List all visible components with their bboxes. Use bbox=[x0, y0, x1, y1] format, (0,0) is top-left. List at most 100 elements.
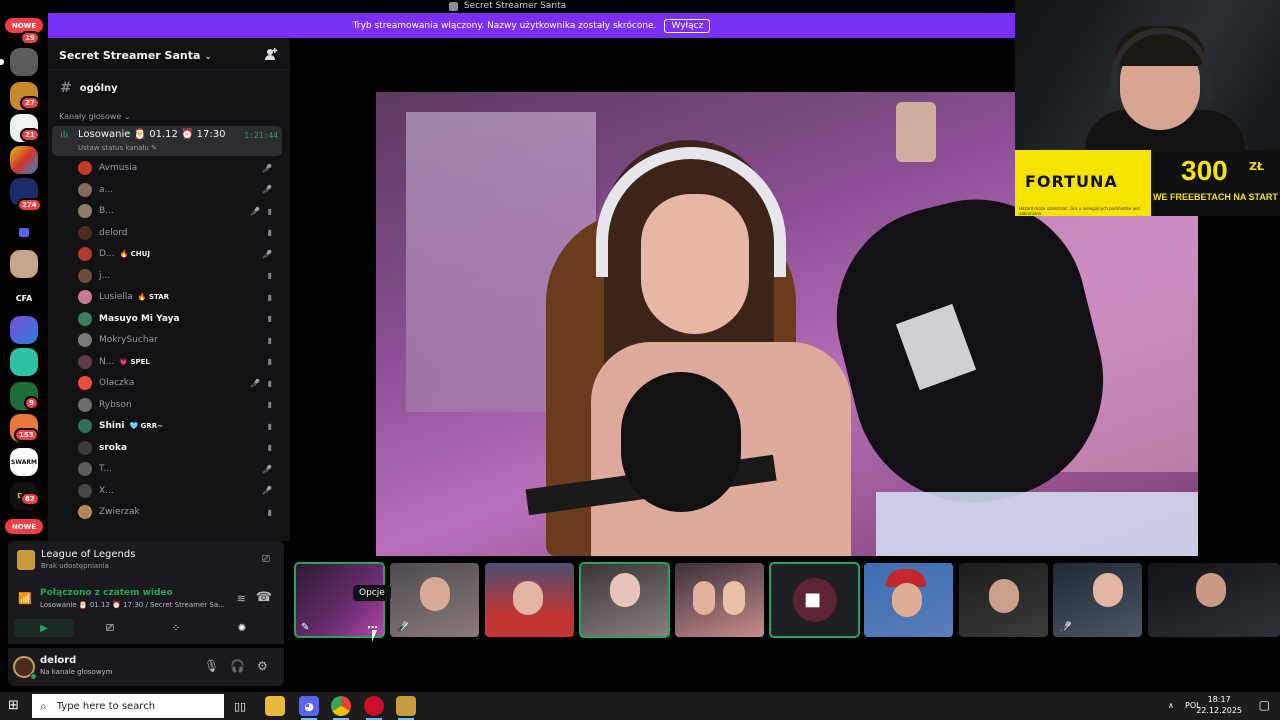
voice-connected-title[interactable]: Połączono z czatem wideo bbox=[40, 588, 173, 598]
server-icon-swarm[interactable]: SWARM bbox=[10, 448, 38, 476]
user-status: Na kanale głosowym bbox=[40, 668, 113, 676]
avatar bbox=[78, 397, 92, 412]
invite-people-icon[interactable] bbox=[264, 47, 278, 61]
voice-member[interactable]: j... ▮ bbox=[78, 266, 278, 286]
voice-member[interactable]: MokrySuchar ▮ bbox=[78, 330, 278, 350]
voice-member[interactable]: D... 🔥 CHUJ 🎤̸ bbox=[78, 244, 278, 264]
voice-channel-name: Losowanie 🎅 01.12 ⏰ 17:30 bbox=[78, 129, 226, 140]
voice-member[interactable]: X... 🎤̸ bbox=[78, 481, 278, 501]
server-icon[interactable] bbox=[10, 348, 38, 376]
voice-member[interactable]: Lusiella 🔥 STAR ▮ bbox=[78, 287, 278, 307]
notifications-icon[interactable]: ▢ bbox=[1259, 698, 1270, 712]
activities-button[interactable]: ⁘ bbox=[146, 619, 206, 637]
windows-start-icon[interactable]: ⊞ bbox=[8, 699, 22, 713]
participant-tile[interactable]: 🎤̸ bbox=[1053, 563, 1142, 637]
member-name: T... bbox=[99, 464, 113, 474]
sponsor-currency: ZŁ bbox=[1249, 160, 1265, 173]
gear-icon[interactable]: ⚙ bbox=[257, 659, 268, 673]
server-icon[interactable] bbox=[10, 48, 38, 76]
avatar bbox=[78, 161, 92, 175]
participant-tile[interactable] bbox=[864, 563, 953, 637]
task-view-icon[interactable]: ▯▯ bbox=[230, 696, 250, 716]
member-tag: 💗 SPEL bbox=[119, 357, 150, 366]
text-channel-general[interactable]: # ogólny bbox=[60, 80, 118, 96]
voice-member[interactable]: Avmusia 🎤̸ bbox=[78, 158, 278, 178]
member-name: B... bbox=[99, 206, 114, 216]
server-header[interactable]: Secret Streamer Santa ⌄ bbox=[48, 38, 290, 70]
member-name: D... bbox=[99, 249, 115, 259]
participant-tile-camera-off[interactable]: ■ bbox=[769, 562, 860, 638]
camera-button[interactable]: ▶ bbox=[14, 619, 74, 637]
voice-member[interactable]: Olaczka 🎤̸ ▮ bbox=[78, 373, 278, 393]
obs-icon[interactable] bbox=[364, 696, 384, 716]
set-channel-status[interactable]: Ustaw status kanału ✎ bbox=[78, 144, 157, 152]
noise-suppression-icon[interactable]: ≋ bbox=[237, 592, 246, 605]
voice-member[interactable]: Zwierzak ▮ bbox=[78, 502, 278, 522]
folder-icon[interactable] bbox=[10, 218, 38, 246]
file-explorer-icon[interactable] bbox=[265, 696, 285, 716]
voice-member[interactable]: T... 🎤̸ bbox=[78, 459, 278, 479]
avatar bbox=[78, 376, 92, 390]
server-icon[interactable] bbox=[10, 146, 38, 174]
muted-icon: 🎤̸ bbox=[250, 206, 260, 216]
search-placeholder: Type here to search bbox=[56, 700, 156, 712]
server-icon[interactable] bbox=[10, 250, 38, 278]
voice-connected-subtitle[interactable]: Losowanie 🎅 01.12 ⏰ 17:30 / Secret Strea… bbox=[40, 601, 225, 609]
new-servers-pill-bottom[interactable]: NOWE bbox=[5, 519, 43, 534]
chrome-icon[interactable] bbox=[331, 696, 351, 716]
screen-share-button[interactable]: ⎚ bbox=[80, 619, 140, 637]
voice-member[interactable]: delord ▮ bbox=[78, 223, 278, 243]
server-icon[interactable] bbox=[10, 316, 38, 344]
server-icon-cfa[interactable]: CFA bbox=[10, 284, 38, 312]
disconnect-icon[interactable]: ☎ bbox=[256, 590, 272, 605]
participant-tile[interactable] bbox=[675, 563, 764, 637]
participant-tile[interactable] bbox=[1148, 563, 1280, 637]
chevron-down-icon: ⌄ bbox=[123, 112, 131, 121]
avatar bbox=[78, 440, 92, 455]
taskbar-clock[interactable]: 18:17 22.12.2025 bbox=[1196, 694, 1242, 716]
discord-icon[interactable]: ◕ bbox=[299, 696, 319, 716]
channel-status-label: Ustaw status kanału bbox=[78, 144, 149, 152]
screen: Secret Streamer Santa Tryb streamowania … bbox=[0, 0, 1280, 720]
league-client-icon[interactable] bbox=[396, 696, 416, 716]
voice-member[interactable]: N... 💗 SPEL ▮ bbox=[78, 352, 278, 372]
voice-member[interactable]: Rybson ▮ bbox=[78, 395, 278, 415]
window-titlebar: Secret Streamer Santa bbox=[0, 0, 1015, 12]
user-name[interactable]: delord bbox=[40, 655, 76, 666]
category-label: Kanały głosowe bbox=[59, 112, 122, 121]
headphones-icon[interactable]: 🎧 bbox=[230, 659, 245, 673]
voice-channel-active[interactable]: ılı Losowanie 🎅 01.12 ⏰ 17:30 1:21:44 Us… bbox=[52, 126, 282, 156]
avatar bbox=[78, 182, 92, 197]
video-camera-icon: ■ bbox=[804, 589, 822, 610]
muted-icon: 🎤̸ bbox=[1059, 622, 1072, 633]
voice-member[interactable]: a... 🎤̸ bbox=[78, 180, 278, 200]
camera-icon: ▮ bbox=[267, 314, 272, 323]
member-name: Zwierzak bbox=[99, 507, 140, 517]
voice-category[interactable]: Kanały głosowe ⌄ bbox=[59, 112, 131, 121]
tray-expand-icon[interactable]: ∧ bbox=[1168, 701, 1174, 710]
voice-member[interactable]: sroka ▮ bbox=[78, 438, 278, 458]
video-gift-box bbox=[876, 492, 1198, 556]
voice-member[interactable]: B... 🎤̸ ▮ bbox=[78, 201, 278, 221]
participant-tile[interactable] bbox=[579, 562, 670, 638]
participant-tile[interactable] bbox=[485, 563, 574, 637]
member-name: Olaczka bbox=[99, 378, 135, 388]
participant-tile[interactable] bbox=[959, 563, 1048, 637]
member-name: Rybson bbox=[99, 399, 132, 410]
voice-member[interactable]: Shini 🩵 GRR~ ▮ bbox=[78, 416, 278, 436]
muted-icon: 🎤̸ bbox=[262, 486, 272, 495]
participant-tile[interactable]: 🎤̸ bbox=[390, 563, 479, 637]
pencil-icon: ✎ bbox=[151, 144, 157, 152]
streamer-mode-banner: Tryb streamowania włączony. Nazwy użytko… bbox=[48, 13, 1015, 38]
member-name: MokrySuchar bbox=[99, 335, 158, 345]
share-screen-icon[interactable]: ⎚ bbox=[262, 554, 270, 565]
voice-channel-timer: 1:21:44 bbox=[244, 131, 278, 140]
participant-face bbox=[892, 583, 922, 617]
soundboard-button[interactable]: ✺ bbox=[212, 619, 272, 637]
taskbar-search[interactable]: ⌕ Type here to search bbox=[32, 694, 224, 718]
camera-icon: ▮ bbox=[267, 292, 272, 302]
voice-member[interactable]: Masuyo Mi Yaya ▮ bbox=[78, 309, 278, 329]
microphone-icon[interactable]: 🎙 bbox=[204, 659, 219, 673]
disable-streamer-mode-button[interactable]: Wyłącz bbox=[664, 18, 711, 33]
signal-icon[interactable]: 📶 bbox=[18, 592, 32, 605]
